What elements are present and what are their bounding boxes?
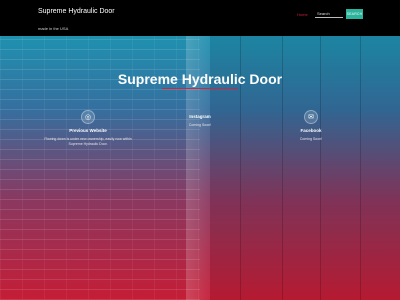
hero-title: Supreme Hydraulic Door (117, 71, 283, 87)
feature-instagram: Instagram Coming Soon! (155, 110, 245, 128)
globe-icon: ◎ (81, 110, 95, 124)
search-input[interactable] (315, 10, 343, 17)
hero-section: Supreme Hydraulic Door ◎ Previous Websit… (0, 36, 400, 300)
site-title[interactable]: Supreme Hydraulic Door (38, 8, 118, 17)
feature-text: Flowing down is under new ownership, eas… (44, 137, 132, 146)
search-button[interactable]: Search (346, 9, 363, 19)
feature-title: Instagram (189, 114, 211, 119)
feature-text: Coming Soon! (188, 123, 212, 127)
search-field-wrapper (315, 10, 343, 18)
feature-facebook: ✉ Facebook Coming Soon! (266, 110, 356, 142)
feature-title: Facebook (300, 128, 322, 133)
site-header: Supreme Hydraulic Door made in the USA H… (0, 0, 400, 36)
title-underline (162, 88, 238, 89)
feature-title: Previous Website (69, 128, 107, 133)
feature-text: Coming Soon! (299, 137, 323, 141)
feature-previous-website: ◎ Previous Website Flowing down is under… (43, 110, 133, 147)
nav-home-link[interactable]: Home (297, 12, 308, 17)
site-tagline: made in the USA (38, 26, 69, 31)
mail-icon: ✉ (304, 110, 318, 124)
